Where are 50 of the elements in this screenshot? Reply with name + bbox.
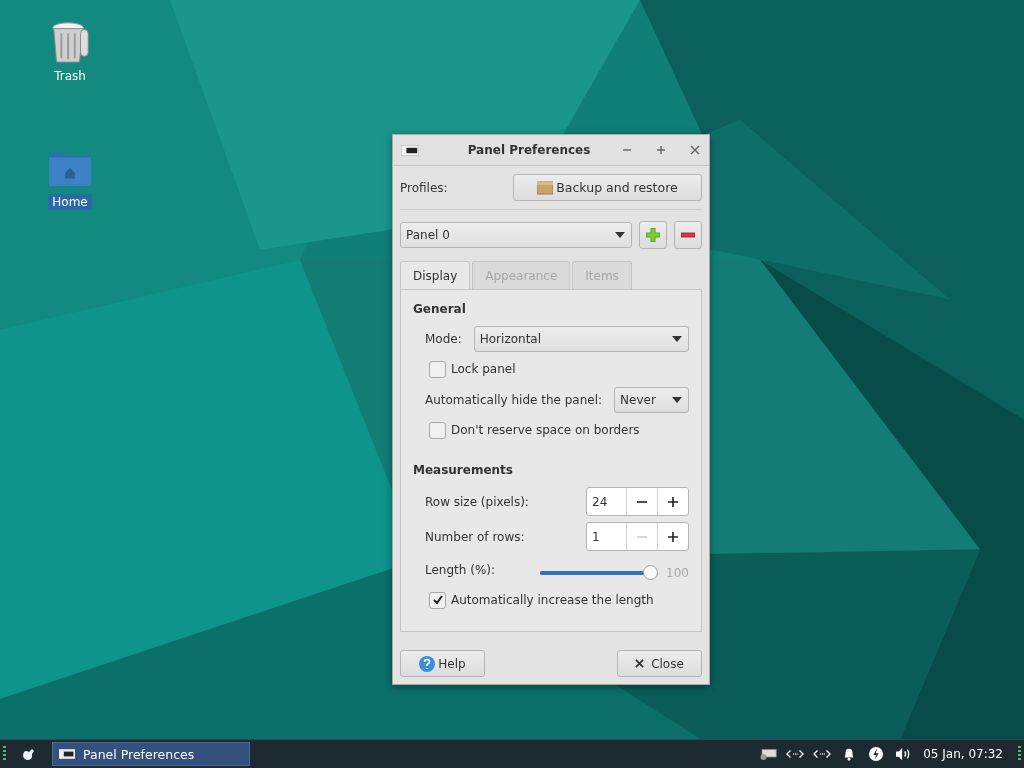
- close-icon: [635, 659, 645, 668]
- code-arrows-icon[interactable]: [786, 747, 805, 761]
- window-title: Panel Preferences: [466, 143, 592, 157]
- panel-icon: [59, 749, 75, 759]
- plus-icon: [646, 228, 660, 242]
- section-heading: General: [413, 302, 467, 316]
- remove-panel-button[interactable]: [674, 221, 702, 249]
- code-arrows-icon[interactable]: [813, 747, 832, 761]
- caret-icon: [672, 396, 682, 403]
- close-button[interactable]: Close: [617, 650, 702, 677]
- help-icon: [419, 655, 436, 672]
- plus-icon: [667, 530, 679, 543]
- slider-thumb[interactable]: [643, 565, 659, 580]
- panel-handle[interactable]: [1018, 746, 1021, 762]
- checkbox[interactable]: [429, 591, 446, 609]
- box-icon: [537, 180, 554, 195]
- field-label: Mode:: [425, 331, 462, 346]
- field-label: Number of rows:: [425, 529, 525, 544]
- task-button[interactable]: Panel Preferences: [52, 742, 250, 766]
- dropdown[interactable]: Never: [614, 386, 689, 413]
- tab[interactable]: Display: [400, 261, 471, 289]
- spin-field[interactable]: 24: [586, 487, 689, 516]
- plus-icon: [667, 495, 679, 508]
- maximize-icon[interactable]: [655, 144, 667, 156]
- desktop-icon-label[interactable]: Home: [48, 194, 92, 210]
- panel-icon: [401, 144, 419, 156]
- checkbox[interactable]: [429, 360, 446, 378]
- spin-field[interactable]: 1: [586, 522, 689, 551]
- profiles-label: Profiles:: [400, 180, 448, 195]
- checkbox-label[interactable]: Automatically increase the length: [451, 593, 654, 607]
- caret-icon: [672, 335, 682, 342]
- field-label: Automatically hide the panel:: [425, 392, 603, 407]
- clock[interactable]: 05 Jan, 07:32: [923, 747, 1003, 761]
- checkbox-label[interactable]: Don't reserve space on borders: [451, 423, 640, 437]
- caret-icon: [615, 232, 625, 238]
- checkbox[interactable]: [429, 421, 446, 439]
- check-icon: [431, 594, 444, 606]
- power-icon[interactable]: [867, 747, 886, 761]
- backup-restore-button[interactable]: Backup and restore: [513, 174, 702, 201]
- help-button[interactable]: Help: [400, 650, 485, 677]
- close-icon[interactable]: [689, 144, 701, 156]
- field-label: Length (%):: [425, 562, 495, 577]
- panel-dropdown[interactable]: Panel 0: [400, 222, 632, 248]
- panel-handle[interactable]: [3, 746, 6, 762]
- section-heading: Measurements: [413, 463, 514, 477]
- checkbox-label[interactable]: Lock panel: [451, 362, 516, 376]
- dropdown[interactable]: Horizontal: [473, 325, 689, 352]
- field-label: Row size (pixels):: [425, 494, 529, 509]
- slider-value: 100: [666, 565, 689, 580]
- desktop-icon-label[interactable]: Trash: [50, 68, 90, 84]
